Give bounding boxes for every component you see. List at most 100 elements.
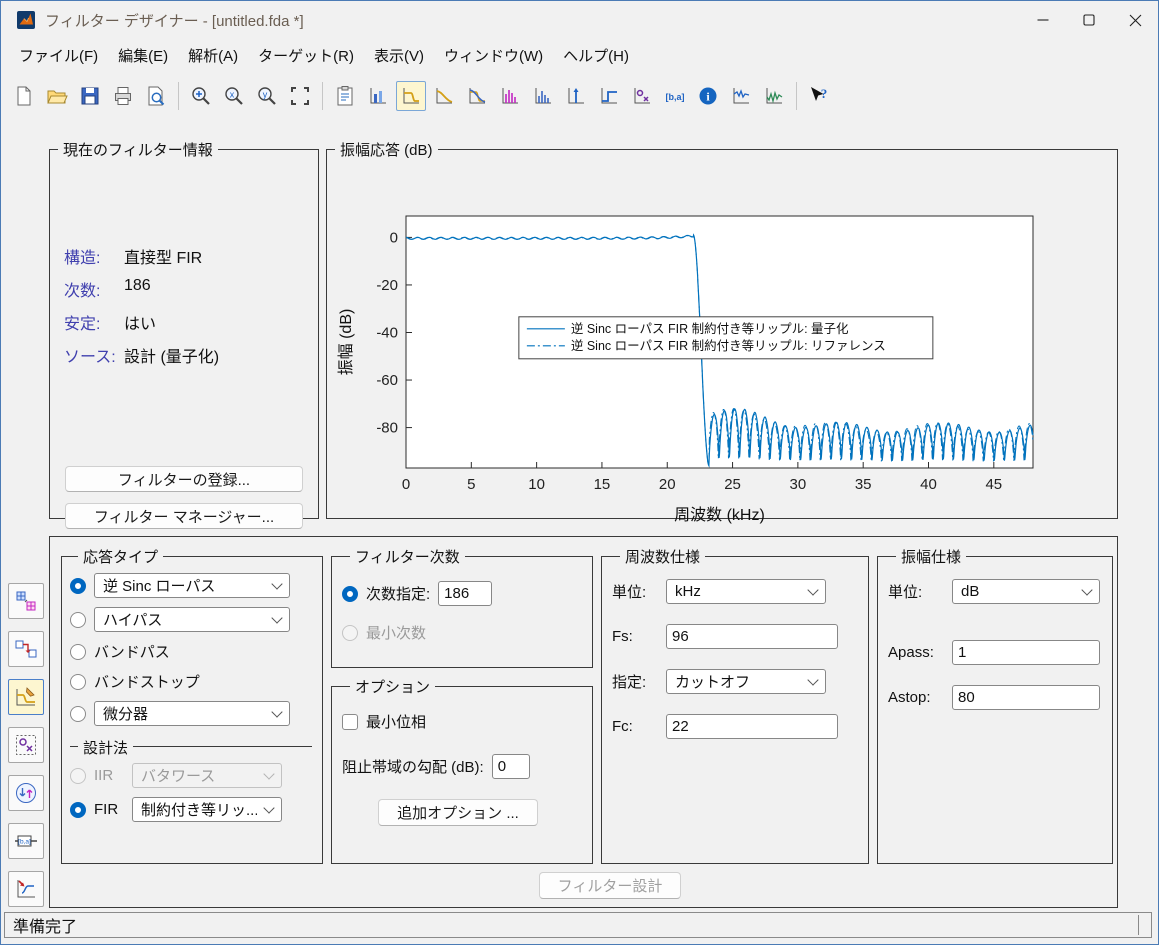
zoom-x-button[interactable]: x xyxy=(219,81,249,111)
quantization-view-button[interactable] xyxy=(363,81,393,111)
iir-method-select: バタワース xyxy=(132,763,282,788)
menu-view[interactable]: 表示(V) xyxy=(364,40,434,71)
apass-label: Apass: xyxy=(888,644,944,661)
pole-zero-icon xyxy=(631,85,653,107)
toolbar: x y [b,a] i ? xyxy=(1,71,1158,121)
group-delay-button[interactable] xyxy=(495,81,525,111)
step-response-button[interactable] xyxy=(594,81,624,111)
magnitude-response-button[interactable] xyxy=(396,81,426,111)
save-button[interactable] xyxy=(75,81,105,111)
current-filter-info-group: 現在のフィルター情報 構造:直接型 FIR 次数:186 安定:はい ソース:設… xyxy=(49,139,319,519)
set-quantization-icon xyxy=(14,589,38,613)
differentiator-type-value: 微分器 xyxy=(103,703,148,724)
lowpass-type-select[interactable]: 逆 Sinc ローパス xyxy=(94,573,290,598)
more-options-button[interactable]: 追加オプション ... xyxy=(378,799,538,826)
import-filter-button[interactable] xyxy=(8,871,44,907)
magnitude-response-icon xyxy=(400,85,422,107)
context-help-button[interactable]: ? xyxy=(804,81,834,111)
highpass-radio[interactable] xyxy=(70,612,86,628)
filter-specs-button[interactable] xyxy=(330,81,360,111)
fir-method-select[interactable]: 制約付き等リッ... xyxy=(132,797,282,822)
specify-order-radio[interactable] xyxy=(342,586,358,602)
store-filter-button[interactable]: フィルターの登録... xyxy=(65,466,303,492)
mag-units-select[interactable]: dB xyxy=(952,579,1100,604)
chevron-down-icon xyxy=(807,674,818,685)
design-filter-button[interactable] xyxy=(8,679,44,715)
fir-radio[interactable] xyxy=(70,802,86,818)
menu-edit[interactable]: 編集(E) xyxy=(108,40,178,71)
toolbar-separator xyxy=(322,82,323,110)
bandstop-radio[interactable] xyxy=(70,674,86,690)
filter-info-button[interactable]: i xyxy=(693,81,723,111)
min-phase-checkbox[interactable] xyxy=(342,714,358,730)
zoom-y-button[interactable]: y xyxy=(252,81,282,111)
menu-targets[interactable]: ターゲット(R) xyxy=(248,40,364,71)
full-view-button[interactable] xyxy=(285,81,315,111)
context-help-icon: ? xyxy=(808,85,830,107)
phase-delay-button[interactable] xyxy=(528,81,558,111)
minimize-button[interactable] xyxy=(1020,1,1066,39)
fc-input[interactable] xyxy=(666,714,838,739)
new-file-button[interactable] xyxy=(9,81,39,111)
response-type-group: 応答タイプ 逆 Sinc ローパス ハイパス バンドパス バンドストップ xyxy=(61,546,323,864)
differentiator-type-select[interactable]: 微分器 xyxy=(94,701,290,726)
design-panel: 応答タイプ 逆 Sinc ローパス ハイパス バンドパス バンドストップ xyxy=(49,536,1118,908)
freq-units-select[interactable]: kHz xyxy=(666,579,826,604)
filter-manager-button[interactable]: フィルター マネージャー... xyxy=(65,503,303,529)
svg-text:35: 35 xyxy=(855,476,872,493)
astop-label: Astop: xyxy=(888,689,944,706)
options-group: オプション 最小位相 阻止帯域の勾配 (dB): 追加オプション ... xyxy=(331,676,593,864)
filter-info-icon: i xyxy=(697,85,719,107)
open-file-button[interactable] xyxy=(42,81,72,111)
pole-zero-button[interactable] xyxy=(627,81,657,111)
close-icon xyxy=(1129,14,1142,27)
realize-model-button[interactable]: [b,a] xyxy=(8,823,44,859)
chevron-down-icon xyxy=(263,802,274,813)
round-noise-button[interactable] xyxy=(759,81,789,111)
source-value: 設計 (量子化) xyxy=(124,343,219,367)
maximize-button[interactable] xyxy=(1066,1,1112,39)
min-phase-label: 最小位相 xyxy=(366,711,426,732)
svg-text:-80: -80 xyxy=(376,420,398,437)
specify-order-input[interactable] xyxy=(438,581,492,606)
phase-response-button[interactable] xyxy=(429,81,459,111)
magnitude-estimate-button[interactable] xyxy=(726,81,756,111)
freq-specify-select[interactable]: カットオフ xyxy=(666,669,826,694)
apass-row: Apass: xyxy=(888,640,1102,665)
magnitude-plot[interactable]: 0510152025303540450-20-40-60-80周波数 (kHz)… xyxy=(331,178,1111,528)
set-quantization-button[interactable] xyxy=(8,583,44,619)
menu-analysis[interactable]: 解析(A) xyxy=(178,40,248,71)
multirate-filter-button[interactable] xyxy=(8,775,44,811)
fs-input[interactable] xyxy=(666,624,838,649)
menu-file[interactable]: ファイル(F) xyxy=(9,40,108,71)
filter-info-row-source: ソース:設計 (量子化) xyxy=(64,343,308,367)
transform-filter-button[interactable] xyxy=(8,631,44,667)
zoom-y-icon: y xyxy=(256,85,278,107)
filter-coefficients-button[interactable]: [b,a] xyxy=(660,81,690,111)
svg-text:逆 Sinc ローパス FIR 制約付き等リップル: リファ: 逆 Sinc ローパス FIR 制約付き等リップル: リファレンス xyxy=(571,338,886,353)
highpass-type-select[interactable]: ハイパス xyxy=(94,607,290,632)
menu-window[interactable]: ウィンドウ(W) xyxy=(434,40,553,71)
iir-radio xyxy=(70,768,86,784)
print-button[interactable] xyxy=(108,81,138,111)
freq-specify-row: 指定: カットオフ xyxy=(612,669,858,694)
zoom-in-button[interactable] xyxy=(186,81,216,111)
status-box: 準備完了 xyxy=(4,912,1152,938)
apass-input[interactable] xyxy=(952,640,1100,665)
status-bar: 準備完了 xyxy=(1,907,1158,944)
lowpass-radio[interactable] xyxy=(70,578,86,594)
close-button[interactable] xyxy=(1112,1,1158,39)
astop-input[interactable] xyxy=(952,685,1100,710)
menu-help[interactable]: ヘルプ(H) xyxy=(553,40,639,71)
bandpass-radio[interactable] xyxy=(70,644,86,660)
differentiator-radio[interactable] xyxy=(70,706,86,722)
freq-units-value: kHz xyxy=(675,583,701,600)
fs-label: Fs: xyxy=(612,628,658,645)
print-preview-button[interactable] xyxy=(141,81,171,111)
options-title: オプション xyxy=(355,679,430,696)
impulse-response-button[interactable] xyxy=(561,81,591,111)
pole-zero-editor-button[interactable] xyxy=(8,727,44,763)
magnitude-phase-button[interactable] xyxy=(462,81,492,111)
source-label: ソース: xyxy=(64,343,124,367)
stopband-slope-input[interactable] xyxy=(492,754,530,779)
